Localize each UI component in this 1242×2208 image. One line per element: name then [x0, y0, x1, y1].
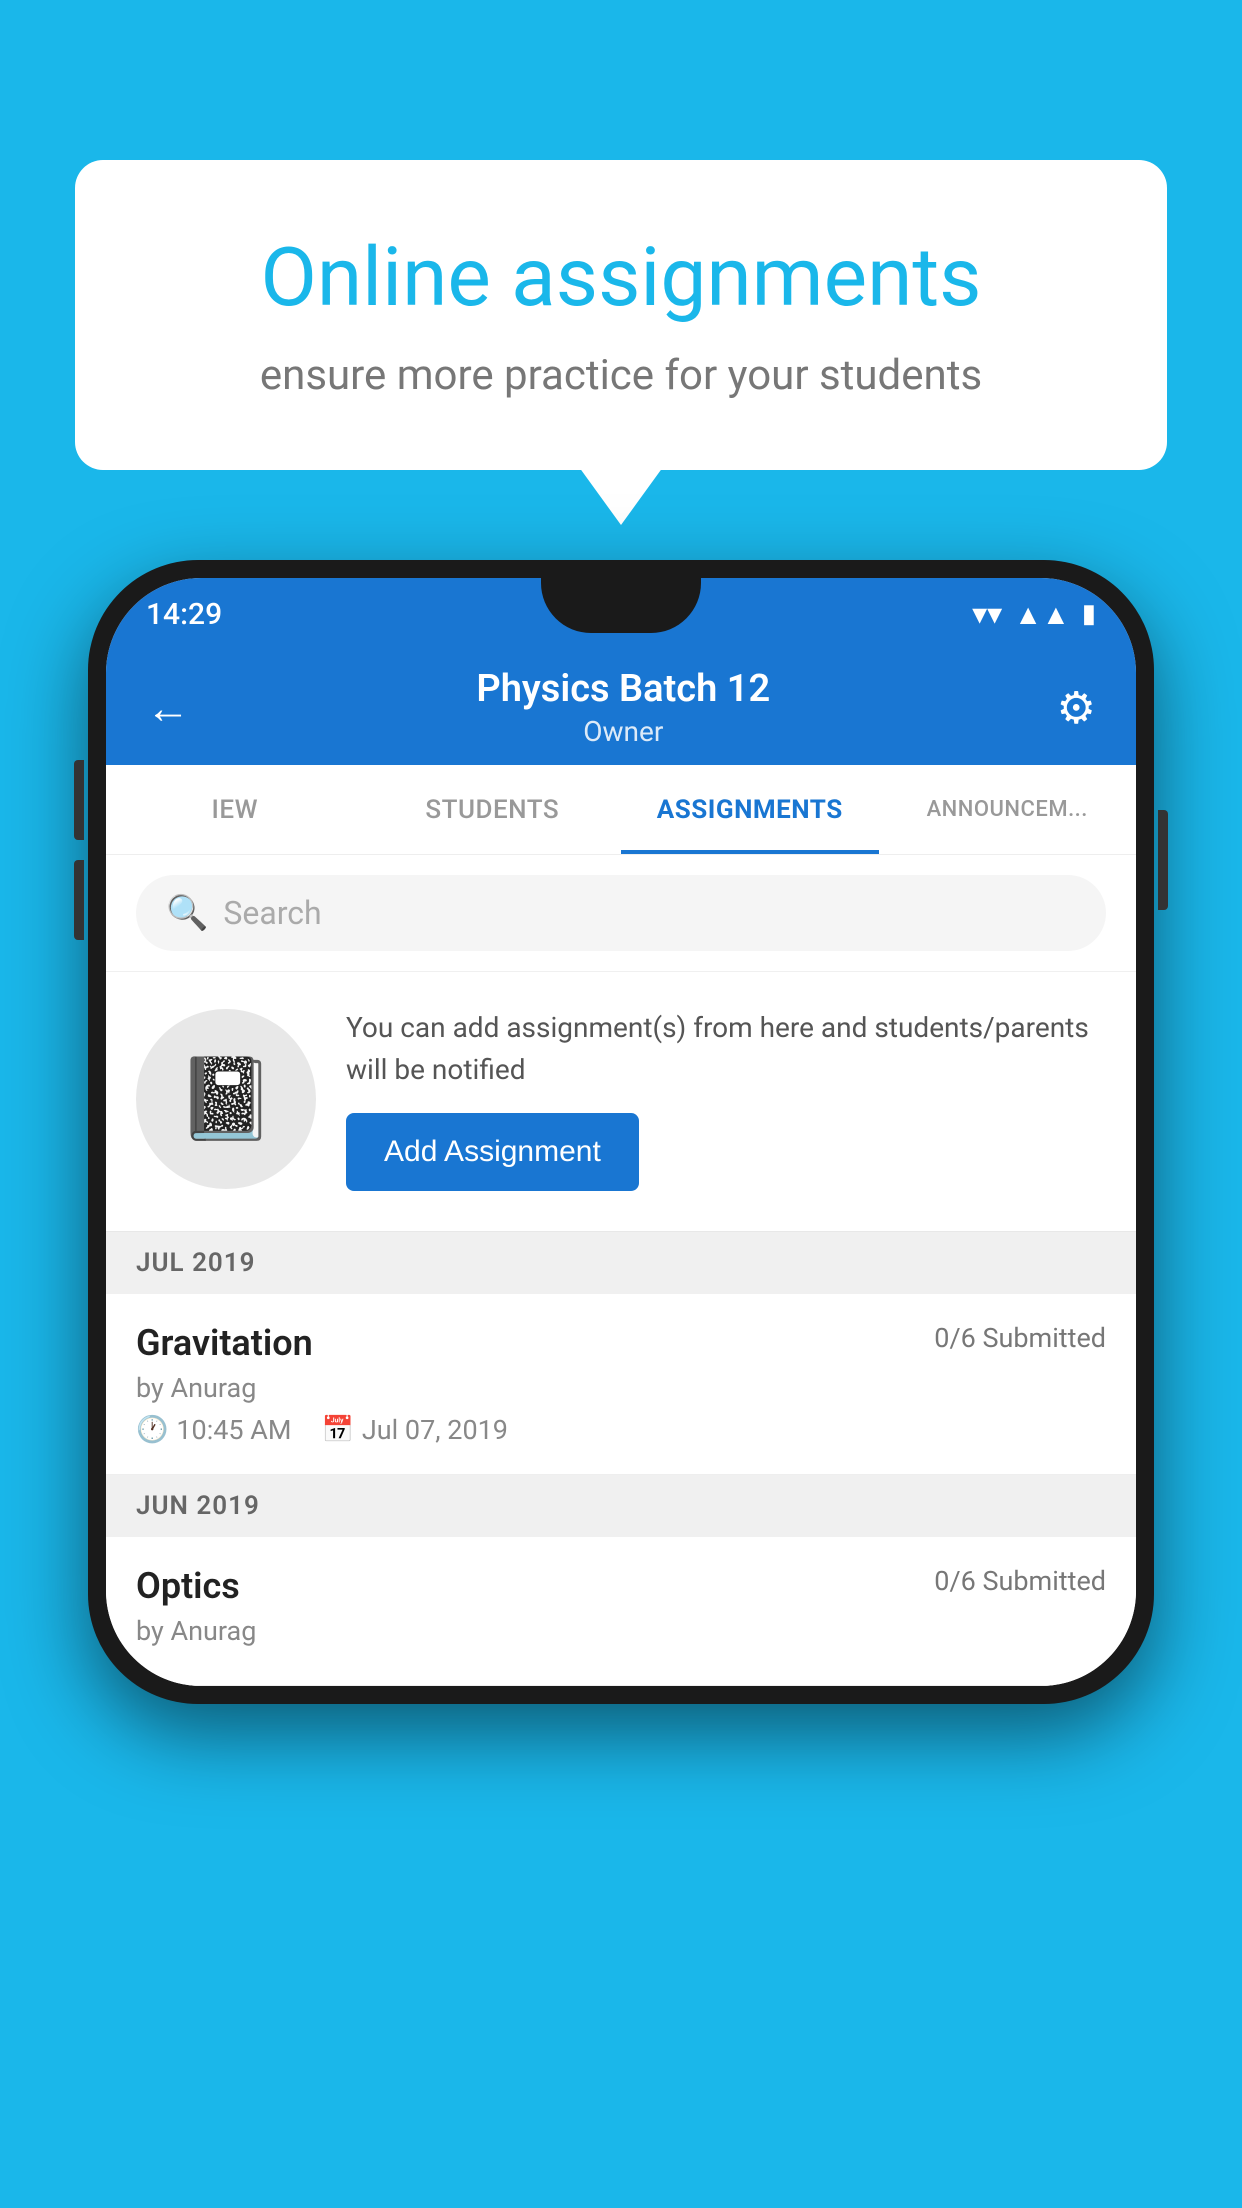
- status-time: 14:29: [146, 597, 222, 632]
- search-container: 🔍 Search: [106, 855, 1136, 972]
- phone-wrapper: 14:29 ▾▾ ▲▲ ▮ ← Physics Batch 12 Owner ⚙…: [88, 560, 1154, 1704]
- gravitation-date: 📅 Jul 07, 2019: [322, 1414, 508, 1446]
- gravitation-time-value: 10:45 AM: [176, 1414, 291, 1446]
- gravitation-name: Gravitation: [136, 1322, 313, 1364]
- tabs-bar: IEW STUDENTS ASSIGNMENTS ANNOUNCEM...: [106, 765, 1136, 855]
- jul-section-header: JUL 2019: [106, 1232, 1136, 1294]
- wifi-icon: ▾▾: [972, 597, 1002, 632]
- promo-text-area: You can add assignment(s) from here and …: [346, 1007, 1106, 1191]
- jul-section-label: JUL 2019: [136, 1248, 256, 1278]
- search-icon: 🔍: [166, 893, 208, 933]
- search-placeholder: Search: [223, 894, 321, 932]
- optics-assignment[interactable]: Optics 0/6 Submitted by Anurag: [106, 1537, 1136, 1686]
- gravitation-submitted: 0/6 Submitted: [934, 1322, 1106, 1354]
- optics-by: by Anurag: [136, 1615, 1106, 1647]
- tab-students[interactable]: STUDENTS: [364, 765, 622, 854]
- clock-icon: 🕐: [136, 1415, 168, 1445]
- tab-announcements[interactable]: ANNOUNCEM...: [879, 765, 1137, 854]
- optics-name: Optics: [136, 1565, 240, 1607]
- notebook-icon: 📓: [176, 1052, 276, 1146]
- phone-notch: [541, 578, 701, 633]
- phone-screen: 14:29 ▾▾ ▲▲ ▮ ← Physics Batch 12 Owner ⚙…: [106, 578, 1136, 1686]
- tab-assignments[interactable]: ASSIGNMENTS: [621, 765, 879, 854]
- gravitation-by: by Anurag: [136, 1372, 1106, 1404]
- phone-outer: 14:29 ▾▾ ▲▲ ▮ ← Physics Batch 12 Owner ⚙…: [88, 560, 1154, 1704]
- add-assignment-button[interactable]: Add Assignment: [346, 1113, 639, 1191]
- speech-bubble: Online assignments ensure more practice …: [75, 160, 1167, 470]
- gravitation-assignment[interactable]: Gravitation 0/6 Submitted by Anurag 🕐 10…: [106, 1294, 1136, 1475]
- gravitation-date-value: Jul 07, 2019: [362, 1414, 508, 1446]
- status-icons: ▾▾ ▲▲ ▮: [972, 597, 1096, 632]
- back-button[interactable]: ←: [146, 682, 190, 734]
- speech-bubble-title: Online assignments: [155, 230, 1087, 326]
- status-bar: 14:29 ▾▾ ▲▲ ▮: [106, 578, 1136, 650]
- batch-title: Physics Batch 12: [190, 667, 1057, 711]
- header-title-group: Physics Batch 12 Owner: [190, 667, 1057, 748]
- gravitation-time-row: 🕐 10:45 AM 📅 Jul 07, 2019: [136, 1414, 1106, 1446]
- volume-up-button: [74, 760, 84, 840]
- promo-icon-circle: 📓: [136, 1009, 316, 1189]
- battery-icon: ▮: [1082, 599, 1096, 629]
- optics-submitted: 0/6 Submitted: [934, 1565, 1106, 1597]
- speech-bubble-subtitle: ensure more practice for your students: [155, 351, 1087, 400]
- gravitation-top-row: Gravitation 0/6 Submitted: [136, 1322, 1106, 1364]
- gravitation-time: 🕐 10:45 AM: [136, 1414, 292, 1446]
- jun-section-header: JUN 2019: [106, 1475, 1136, 1537]
- calendar-icon: 📅: [322, 1415, 354, 1445]
- promo-card: 📓 You can add assignment(s) from here an…: [106, 972, 1136, 1232]
- tab-iew[interactable]: IEW: [106, 765, 364, 854]
- promo-description: You can add assignment(s) from here and …: [346, 1007, 1106, 1091]
- signal-icon: ▲▲: [1014, 598, 1069, 631]
- optics-top-row: Optics 0/6 Submitted: [136, 1565, 1106, 1607]
- settings-button[interactable]: ⚙: [1057, 682, 1096, 734]
- speech-bubble-wrapper: Online assignments ensure more practice …: [75, 160, 1167, 470]
- volume-down-button: [74, 860, 84, 940]
- power-button: [1158, 810, 1168, 910]
- search-bar[interactable]: 🔍 Search: [136, 875, 1106, 951]
- batch-subtitle: Owner: [190, 715, 1057, 748]
- app-header: ← Physics Batch 12 Owner ⚙: [106, 650, 1136, 765]
- jun-section-label: JUN 2019: [136, 1491, 260, 1521]
